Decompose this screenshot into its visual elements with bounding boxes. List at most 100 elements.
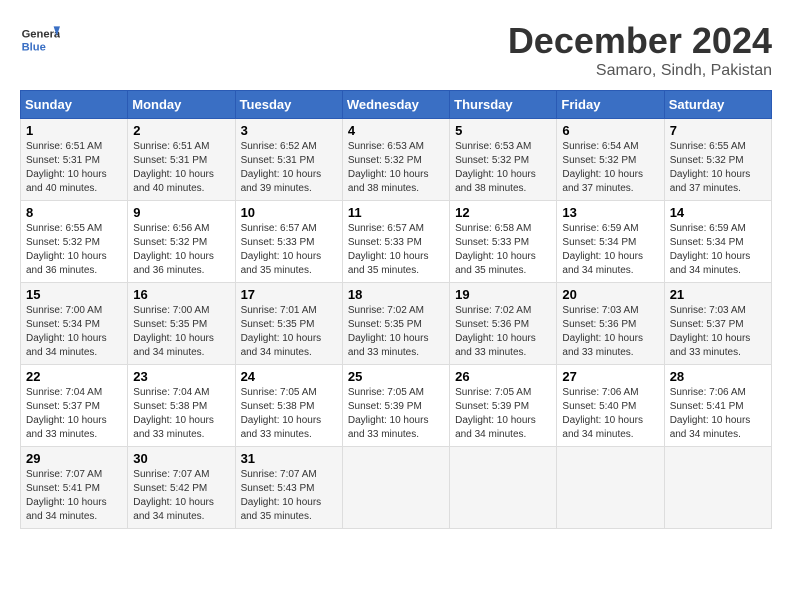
day-info: Sunrise: 7:03 AMSunset: 5:36 PMDaylight:…: [562, 305, 643, 358]
table-row: 11Sunrise: 6:57 AMSunset: 5:33 PMDayligh…: [342, 201, 449, 283]
day-number: 18: [348, 287, 444, 302]
table-row: 1 Sunrise: 6:51 AMSunset: 5:31 PMDaylight…: [21, 119, 128, 201]
col-sunday: Sunday: [21, 91, 128, 119]
day-number: 16: [133, 287, 229, 302]
day-number: 27: [562, 369, 658, 384]
calendar-body: 1 Sunrise: 6:51 AMSunset: 5:31 PMDaylight…: [21, 119, 772, 529]
day-number: 10: [241, 205, 337, 220]
day-number: 30: [133, 451, 229, 466]
title-area: December 2024 Samaro, Sindh, Pakistan: [508, 20, 772, 80]
calendar-week-1: 1 Sunrise: 6:51 AMSunset: 5:31 PMDaylight…: [21, 119, 772, 201]
table-row: 21 Sunrise: 7:03 AMSunset: 5:37 PMDayligh…: [664, 283, 771, 365]
calendar-header: Sunday Monday Tuesday Wednesday Thursday…: [21, 91, 772, 119]
table-row: 15 Sunrise: 7:00 AMSunset: 5:34 PMDayligh…: [21, 283, 128, 365]
day-number: 15: [26, 287, 122, 302]
day-info: Sunrise: 6:58 AMSunset: 5:33 PMDaylight:…: [455, 223, 536, 276]
day-info: Sunrise: 7:07 AMSunset: 5:42 PMDaylight:…: [133, 469, 214, 522]
day-number: 3: [241, 123, 337, 138]
table-row: 22Sunrise: 7:04 AMSunset: 5:37 PMDayligh…: [21, 365, 128, 447]
table-row: 8 Sunrise: 6:55 AMSunset: 5:32 PMDaylight…: [21, 201, 128, 283]
table-row: 12 Sunrise: 6:58 AMSunset: 5:33 PMDayligh…: [450, 201, 557, 283]
day-info: Sunrise: 6:53 AMSunset: 5:32 PMDaylight:…: [455, 141, 536, 194]
col-thursday: Thursday: [450, 91, 557, 119]
day-info: Sunrise: 7:00 AMSunset: 5:34 PMDaylight:…: [26, 305, 107, 358]
day-number: 24: [241, 369, 337, 384]
day-info: Sunrise: 7:00 AMSunset: 5:35 PMDaylight:…: [133, 305, 214, 358]
day-info: Sunrise: 7:05 AMSunset: 5:39 PMDaylight:…: [455, 387, 536, 440]
day-info: Sunrise: 6:59 AMSunset: 5:34 PMDaylight:…: [670, 223, 751, 276]
day-number: 1: [26, 123, 122, 138]
day-number: 5: [455, 123, 551, 138]
logo: General Blue: [20, 20, 60, 60]
table-row: [450, 447, 557, 529]
day-info: Sunrise: 6:57 AMSunset: 5:33 PMDaylight:…: [241, 223, 322, 276]
day-number: 7: [670, 123, 766, 138]
col-tuesday: Tuesday: [235, 91, 342, 119]
day-info: Sunrise: 7:06 AMSunset: 5:41 PMDaylight:…: [670, 387, 751, 440]
day-number: 20: [562, 287, 658, 302]
day-number: 21: [670, 287, 766, 302]
table-row: 14 Sunrise: 6:59 AMSunset: 5:34 PMDayligh…: [664, 201, 771, 283]
day-number: 14: [670, 205, 766, 220]
table-row: 20 Sunrise: 7:03 AMSunset: 5:36 PMDayligh…: [557, 283, 664, 365]
table-row: 25Sunrise: 7:05 AMSunset: 5:39 PMDayligh…: [342, 365, 449, 447]
logo-icon: General Blue: [20, 20, 60, 60]
svg-text:General: General: [22, 29, 60, 41]
day-info: Sunrise: 6:51 AMSunset: 5:31 PMDaylight:…: [133, 141, 214, 194]
day-number: 9: [133, 205, 229, 220]
day-info: Sunrise: 7:04 AMSunset: 5:38 PMDaylight:…: [133, 387, 214, 440]
day-info: Sunrise: 7:07 AMSunset: 5:43 PMDaylight:…: [241, 469, 322, 522]
table-row: 18 Sunrise: 7:02 AMSunset: 5:35 PMDayligh…: [342, 283, 449, 365]
table-row: 4 Sunrise: 6:53 AMSunset: 5:32 PMDaylight…: [342, 119, 449, 201]
day-info: Sunrise: 7:03 AMSunset: 5:37 PMDaylight:…: [670, 305, 751, 358]
table-row: 13 Sunrise: 6:59 AMSunset: 5:34 PMDayligh…: [557, 201, 664, 283]
day-number: 31: [241, 451, 337, 466]
day-number: 2: [133, 123, 229, 138]
col-saturday: Saturday: [664, 91, 771, 119]
day-info: Sunrise: 6:53 AMSunset: 5:32 PMDaylight:…: [348, 141, 429, 194]
day-number: 4: [348, 123, 444, 138]
table-row: 5 Sunrise: 6:53 AMSunset: 5:32 PMDaylight…: [450, 119, 557, 201]
table-row: 28 Sunrise: 7:06 AMSunset: 5:41 PMDayligh…: [664, 365, 771, 447]
day-info: Sunrise: 6:57 AMSunset: 5:33 PMDaylight:…: [348, 223, 429, 276]
day-info: Sunrise: 7:04 AMSunset: 5:37 PMDaylight:…: [26, 387, 107, 440]
table-row: 9Sunrise: 6:56 AMSunset: 5:32 PMDaylight…: [128, 201, 235, 283]
day-info: Sunrise: 6:52 AMSunset: 5:31 PMDaylight:…: [241, 141, 322, 194]
calendar-week-5: 29 Sunrise: 7:07 AMSunset: 5:41 PMDayligh…: [21, 447, 772, 529]
table-row: 10 Sunrise: 6:57 AMSunset: 5:33 PMDayligh…: [235, 201, 342, 283]
col-monday: Monday: [128, 91, 235, 119]
day-number: 28: [670, 369, 766, 384]
table-row: 27Sunrise: 7:06 AMSunset: 5:40 PMDayligh…: [557, 365, 664, 447]
table-row: 6Sunrise: 6:54 AMSunset: 5:32 PMDaylight…: [557, 119, 664, 201]
day-number: 19: [455, 287, 551, 302]
day-info: Sunrise: 6:55 AMSunset: 5:32 PMDaylight:…: [26, 223, 107, 276]
table-row: 2 Sunrise: 6:51 AMSunset: 5:31 PMDaylight…: [128, 119, 235, 201]
table-row: 7Sunrise: 6:55 AMSunset: 5:32 PMDaylight…: [664, 119, 771, 201]
day-info: Sunrise: 6:51 AMSunset: 5:31 PMDaylight:…: [26, 141, 107, 194]
day-number: 26: [455, 369, 551, 384]
month-title: December 2024: [508, 20, 772, 62]
calendar-week-4: 22Sunrise: 7:04 AMSunset: 5:37 PMDayligh…: [21, 365, 772, 447]
day-number: 8: [26, 205, 122, 220]
day-number: 12: [455, 205, 551, 220]
day-info: Sunrise: 7:07 AMSunset: 5:41 PMDaylight:…: [26, 469, 107, 522]
day-info: Sunrise: 7:05 AMSunset: 5:38 PMDaylight:…: [241, 387, 322, 440]
table-row: [557, 447, 664, 529]
col-wednesday: Wednesday: [342, 91, 449, 119]
table-row: [342, 447, 449, 529]
table-row: [664, 447, 771, 529]
table-row: 29 Sunrise: 7:07 AMSunset: 5:41 PMDayligh…: [21, 447, 128, 529]
location-subtitle: Samaro, Sindh, Pakistan: [508, 62, 772, 80]
day-number: 13: [562, 205, 658, 220]
table-row: 16 Sunrise: 7:00 AMSunset: 5:35 PMDayligh…: [128, 283, 235, 365]
day-info: Sunrise: 7:02 AMSunset: 5:35 PMDaylight:…: [348, 305, 429, 358]
day-info: Sunrise: 7:01 AMSunset: 5:35 PMDaylight:…: [241, 305, 322, 358]
day-number: 6: [562, 123, 658, 138]
day-info: Sunrise: 6:59 AMSunset: 5:34 PMDaylight:…: [562, 223, 643, 276]
page-header: General Blue December 2024 Samaro, Sindh…: [20, 20, 772, 80]
table-row: 24 Sunrise: 7:05 AMSunset: 5:38 PMDayligh…: [235, 365, 342, 447]
day-number: 29: [26, 451, 122, 466]
table-row: 3 Sunrise: 6:52 AMSunset: 5:31 PMDaylight…: [235, 119, 342, 201]
calendar-week-3: 15 Sunrise: 7:00 AMSunset: 5:34 PMDayligh…: [21, 283, 772, 365]
table-row: 23Sunrise: 7:04 AMSunset: 5:38 PMDayligh…: [128, 365, 235, 447]
